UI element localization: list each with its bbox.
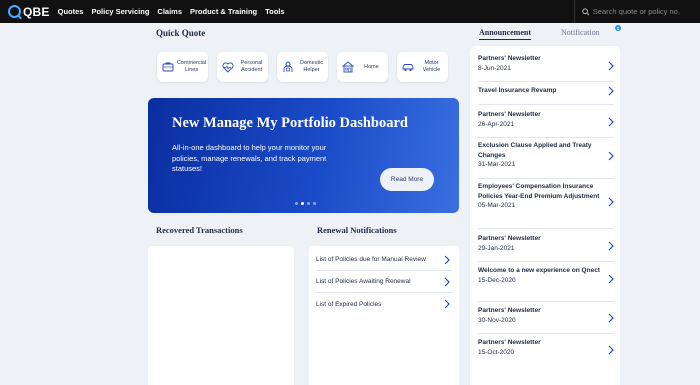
renewal-item[interactable]: List of Expired Policies — [316, 293, 452, 315]
quick-quote-label: Home — [364, 63, 379, 70]
renewal-item-label: List of Policies Awaiting Renewal — [316, 278, 411, 285]
announcement-item[interactable]: Welcome to a new experience on Qnect 15-… — [478, 266, 614, 302]
chevron-right-icon — [444, 299, 450, 309]
side-tabs: Announcement Notification 0 — [470, 24, 621, 42]
renewal-item-label: List of Expired Policies — [316, 300, 382, 308]
notification-badge: 0 — [615, 25, 621, 31]
chevron-right-icon — [608, 61, 614, 71]
announcement-item[interactable]: Partners' Newsletter 26-Apr-2021 — [478, 110, 614, 138]
heart-pulse-icon — [222, 62, 234, 73]
quick-quote-label: Commercial Lines — [176, 60, 207, 73]
banner-title: New Manage My Portfolio Dashboard — [172, 115, 409, 131]
chevron-right-icon — [608, 345, 614, 355]
tab-announcement[interactable]: Announcement — [479, 28, 532, 40]
chevron-right-icon — [608, 241, 614, 251]
nav-policy-servicing[interactable]: Policy Servicing — [91, 7, 149, 16]
chevron-right-icon — [608, 274, 614, 284]
carousel-dot[interactable] — [313, 202, 316, 205]
qbe-logo[interactable]: QBE — [8, 5, 50, 19]
renewal-item-label: List of Policies due for Manual Review — [316, 256, 426, 263]
announcement-title: Travel Insurance Revamp — [478, 87, 557, 94]
quick-quote-home[interactable]: Home — [337, 52, 388, 82]
announcement-item[interactable]: Employees' Compensation Insurance Polici… — [478, 182, 614, 229]
recovered-transactions-title: Recovered Transactions — [156, 225, 243, 235]
chevron-right-icon — [444, 277, 450, 287]
announcement-item[interactable]: Travel Insurance Revamp — [478, 86, 614, 105]
logo-text: QBE — [23, 4, 50, 19]
announcement-date: 29-Jan-2021 — [478, 244, 515, 252]
car-icon — [402, 64, 414, 72]
top-nav: QBE Quotes Policy Servicing Claims Produ… — [0, 0, 700, 23]
announcement-title: Partners' Newsletter — [478, 111, 541, 118]
announcement-date: 26-Apr-2021 — [478, 120, 515, 128]
announcement-title: Welcome to a new experience on Qnect — [478, 267, 600, 274]
commercial-lines-icon — [162, 62, 174, 72]
quick-quote-title: Quick Quote — [156, 28, 206, 38]
announcement-item[interactable]: Exclusion Clause Applied and Treaty Chan… — [478, 141, 614, 179]
search-box — [574, 0, 700, 23]
announcement-panel: Partners' Newsletter 8-Jun-2021 Travel I… — [470, 46, 620, 385]
chevron-right-icon — [608, 313, 614, 323]
home-icon — [342, 61, 354, 73]
banner-description: All-in-one dashboard to help your monito… — [172, 143, 327, 173]
promo-banner: New Manage My Portfolio Dashboard All-in… — [148, 98, 459, 213]
nav-product-training[interactable]: Product & Training — [190, 7, 257, 16]
chevron-right-icon — [444, 255, 450, 265]
tab-notification[interactable]: Notification — [561, 28, 600, 37]
carousel-dot-active[interactable] — [301, 202, 304, 205]
carousel-dots — [295, 202, 319, 205]
read-more-button[interactable]: Read More — [380, 168, 434, 191]
renewal-notifications-panel: List of Policies due for Manual Review L… — [309, 246, 459, 385]
announcement-title: Partners' Newsletter — [478, 307, 541, 314]
announcement-date: 05-Mar-2021 — [478, 202, 516, 209]
recovered-transactions-panel — [148, 246, 294, 385]
chevron-right-icon — [608, 197, 614, 207]
renewal-notifications-title: Renewal Notifications — [317, 225, 397, 235]
announcement-item[interactable]: Partners' Newsletter 15-Oct-2020 — [478, 338, 614, 366]
announcement-date: 30-Nov-2020 — [478, 316, 516, 324]
chevron-right-icon — [608, 117, 614, 127]
announcement-title: Partners' Newsletter — [478, 55, 541, 62]
renewal-item[interactable]: List of Policies due for Manual Review — [316, 249, 452, 271]
announcement-date: 8-Jun-2021 — [478, 64, 511, 72]
qbe-logo-icon — [8, 5, 21, 18]
quick-quote-label: Motor Vehicle — [422, 60, 441, 73]
chevron-right-icon — [608, 86, 614, 96]
announcement-item[interactable]: Partners' Newsletter 29-Jan-2021 — [478, 234, 614, 262]
quick-quote-personal-accident[interactable]: Personal Accident — [217, 52, 268, 82]
announcement-item[interactable]: Partners' Newsletter 30-Nov-2020 — [478, 306, 614, 334]
nav-quotes[interactable]: Quotes — [58, 7, 84, 16]
announcement-title: Employees' Compensation Insurance Polici… — [478, 183, 600, 200]
quick-quote-label: Personal Accident — [240, 60, 263, 73]
nav-tools[interactable]: Tools — [265, 7, 284, 16]
announcement-date: 15-Dec-2020 — [478, 276, 516, 284]
search-icon[interactable] — [582, 7, 590, 16]
announcement-date: 31-Mar-2021 — [478, 161, 516, 168]
renewal-item[interactable]: List of Policies Awaiting Renewal — [316, 271, 452, 293]
helper-icon — [283, 61, 293, 72]
announcement-item[interactable]: Partners' Newsletter 8-Jun-2021 — [478, 54, 614, 82]
quick-quote-commercial-lines[interactable]: Commercial Lines — [157, 52, 208, 82]
announcement-title: Partners' Newsletter — [478, 339, 541, 346]
nav-claims[interactable]: Claims — [157, 7, 182, 16]
quick-quote-motor-vehicle[interactable]: Motor Vehicle — [397, 52, 448, 82]
announcement-title: Partners' Newsletter — [478, 235, 541, 242]
chevron-right-icon — [608, 151, 614, 161]
carousel-dot[interactable] — [295, 202, 298, 205]
announcement-title: Exclusion Clause Applied and Treaty Chan… — [478, 142, 592, 159]
search-input[interactable] — [592, 7, 700, 16]
carousel-dot[interactable] — [307, 202, 310, 205]
announcement-date: 15-Oct-2020 — [478, 348, 515, 356]
quick-quote-cards: Commercial Lines Personal Accident Domes… — [157, 52, 457, 82]
quick-quote-label: Domestic Helper — [300, 60, 323, 73]
quick-quote-domestic-helper[interactable]: Domestic Helper — [277, 52, 328, 82]
